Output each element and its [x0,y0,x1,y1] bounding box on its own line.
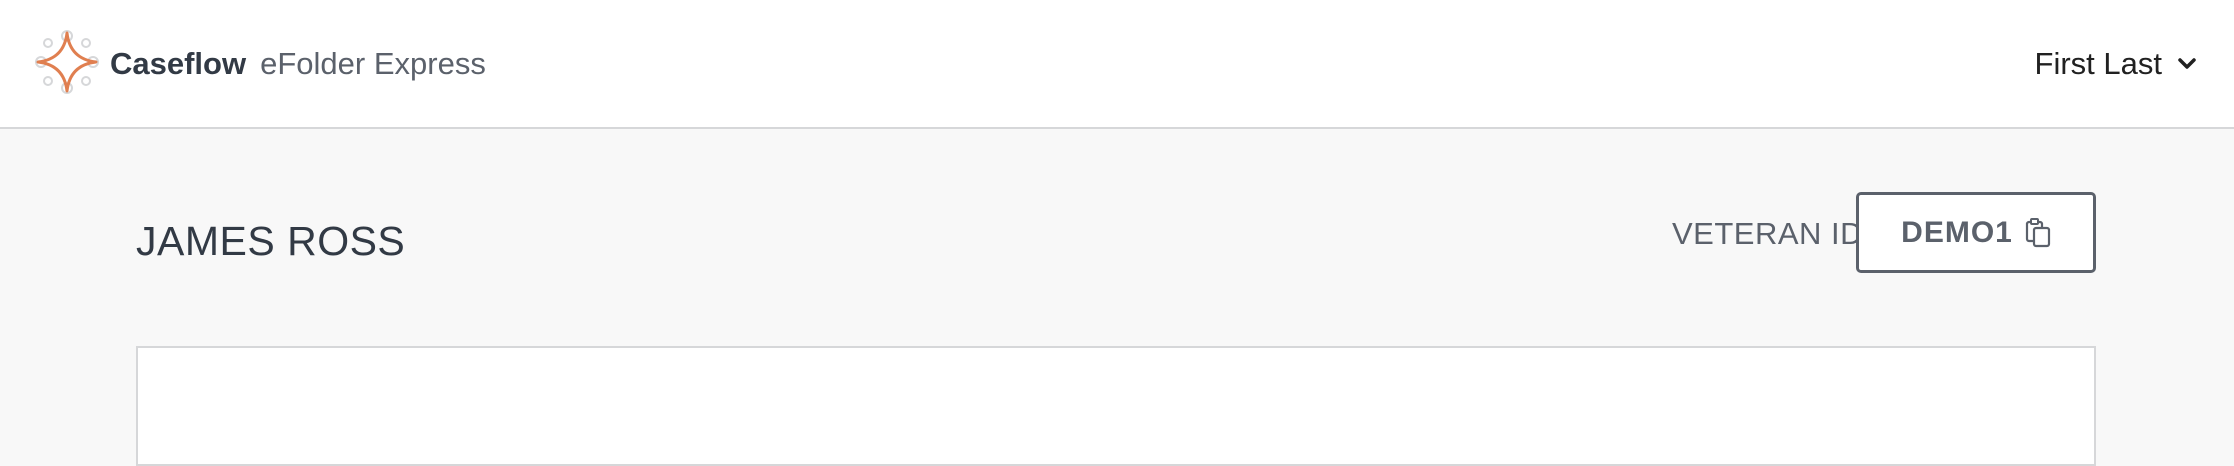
top-navigation-bar: Caseflow eFolder Express First Last [0,0,2234,129]
veteran-name: JAMES ROSS [136,218,406,264]
brand-title: Caseflow eFolder Express [110,44,486,84]
caseflow-logo-icon [35,30,99,94]
veteran-id-label: VETERAN ID [1672,216,1864,251]
chevron-down-icon [2178,58,2196,69]
content-card [136,346,2096,466]
user-name: First Last [2034,46,2162,81]
clipboard-icon [2025,217,2050,247]
app-name: Caseflow [110,46,247,81]
product-name: eFolder Express [260,46,486,81]
veteran-id-value: DEMO1 [1901,215,2013,249]
copy-veteran-id-button[interactable]: DEMO1 [1856,192,2096,273]
user-menu-dropdown[interactable]: First Last [2035,44,2198,84]
